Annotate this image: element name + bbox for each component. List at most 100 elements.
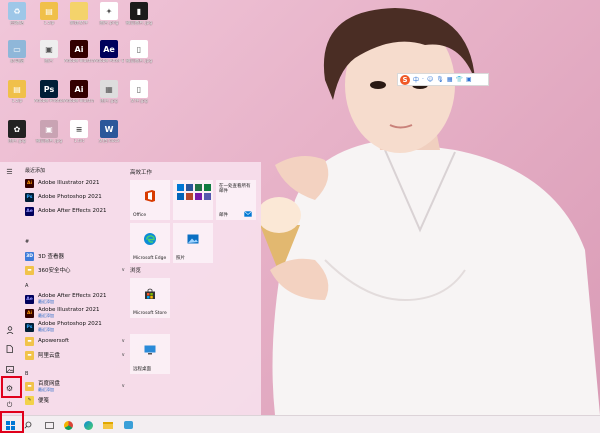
ime-toolbar[interactable]: S 中 · ☺ 🎙 ▦ 👕 ▣: [397, 73, 489, 86]
ime-mode-chinese[interactable]: 中: [413, 75, 419, 84]
document-icon: [6, 345, 13, 353]
text-file-icon: ≡: [70, 120, 88, 138]
edge-tile[interactable]: Microsoft Edge: [130, 223, 170, 263]
app-recently-added-tag: 最近添加: [38, 299, 54, 304]
edge-taskbar-button[interactable]: [81, 418, 95, 432]
desktop-shortcut-label: 此电脑: [10, 59, 24, 64]
app-icon: ▬: [25, 265, 34, 275]
desktop-shortcut[interactable]: AiAdobe Illustrator 2021: [64, 40, 94, 64]
desktop-shortcut[interactable]: ▭ 此电脑: [2, 40, 32, 64]
ime-voice-icon[interactable]: 🎙: [436, 76, 444, 83]
photos-tile[interactable]: 照片: [173, 223, 213, 263]
start-app-item[interactable]: Ae Adobe After Effects 2021 最近添加: [25, 293, 125, 305]
desktop-shortcut[interactable]: 新建文件: [64, 2, 94, 26]
excel-mini-icon-2: [204, 184, 211, 191]
ime-keyboard-icon[interactable]: ▦: [447, 76, 453, 83]
desktop-shortcut[interactable]: ▣ 图片: [34, 40, 64, 64]
cat-image-icon: ✿: [8, 120, 26, 138]
office-icon: [145, 190, 155, 202]
app-icon: Ps: [25, 322, 34, 332]
ime-emoji-icon[interactable]: ☺: [427, 76, 433, 83]
tile-group-title-browse[interactable]: 浏览: [130, 266, 141, 274]
desktop-shortcut-label: 1.txt: [73, 139, 85, 144]
start-app-item[interactable]: Ps Adobe Photoshop 2021 最近添加: [25, 321, 125, 333]
desktop-shortcut-label: 图片.png: [99, 21, 119, 26]
desktop-shortcut[interactable]: ≡ 1.txt: [64, 120, 94, 144]
tile-group-title-work[interactable]: 高效工作: [130, 168, 152, 176]
edge-icon: [144, 233, 156, 245]
desktop-shortcut-label: 新建文件: [70, 21, 88, 26]
recent-section-header: 最近添加: [25, 168, 46, 174]
app-name: Adobe After Effects 2021: [38, 208, 107, 214]
desktop-shortcut[interactable]: ▤ 1.zip: [2, 80, 32, 104]
start-app-item[interactable]: Ai Adobe Illustrator 2021 最近添加: [25, 307, 125, 319]
start-app-item[interactable]: ▬ 百度网盘 最近添加 ∨: [25, 380, 125, 392]
app-taskbar-button[interactable]: [121, 418, 135, 432]
app-icon: Ai: [25, 178, 34, 188]
start-app-item[interactable]: Ps Adobe Photoshop 2021: [25, 191, 125, 203]
ime-toolbox-icon[interactable]: ▣: [466, 76, 472, 83]
photos-tile-label: 照片: [176, 256, 185, 261]
remote-desktop-tile-label: 远程桌面: [133, 367, 151, 372]
desktop-shortcut[interactable]: PsAdobe Photoshop: [34, 80, 64, 104]
start-app-item[interactable]: 3D 3D 查看器: [25, 250, 125, 262]
sogou-logo-icon[interactable]: S: [400, 74, 410, 85]
start-menu: ☰ ⚙ ⏻ 最近添加 Ai Adobe Illustrator 2021 Ps Ado…: [0, 162, 261, 415]
office-tile[interactable]: Office: [130, 180, 170, 220]
desktop-shortcut-label: 微信图片.jpg: [35, 139, 63, 144]
start-app-item[interactable]: Ae Adobe After Effects 2021: [25, 205, 125, 217]
desktop-shortcut[interactable]: AiAdobe Illustrator: [64, 80, 94, 104]
folder-icon: [103, 421, 113, 429]
power-button[interactable]: ⏻: [0, 398, 19, 412]
start-app-item[interactable]: ▬ 阿里云盘 ∨: [25, 349, 125, 361]
ime-punctuation-icon[interactable]: ·: [422, 76, 424, 83]
desktop-shortcut[interactable]: ✿ 图片.jpg: [2, 120, 32, 144]
desktop-shortcut[interactable]: ✦ 图片.png: [94, 2, 124, 26]
after-effects-icon: Ae: [100, 40, 118, 58]
pictures-button[interactable]: [0, 362, 19, 376]
start-app-item[interactable]: ✎ 便笺: [25, 394, 125, 406]
search-icon: [24, 421, 32, 429]
b-section-header[interactable]: B: [25, 371, 28, 377]
task-view-icon: [44, 421, 54, 429]
picture-folder-icon: ▣: [40, 40, 58, 58]
task-view-button[interactable]: [42, 418, 56, 432]
recycle-bin-icon: ♻: [8, 2, 26, 20]
desktop-shortcut[interactable]: ▯ 微信图片.jpg: [124, 40, 154, 64]
expand-menu-button[interactable]: ☰: [0, 165, 19, 179]
edge-tile-label: Microsoft Edge: [133, 256, 167, 261]
excel-mini-icon: [195, 184, 202, 191]
onedrive-mini-icon: [177, 193, 184, 200]
desktop-shortcut[interactable]: ▦ 图片.jpg: [94, 80, 124, 104]
start-app-item[interactable]: ▬ 360安全中心 ∨: [25, 264, 125, 276]
chrome-icon: [63, 420, 73, 430]
chrome-taskbar-button[interactable]: [61, 418, 75, 432]
app-name-wrap: Adobe Photoshop 2021 最近添加: [38, 321, 102, 333]
start-app-item[interactable]: ▬ Apowersoft ∨: [25, 335, 125, 347]
desktop-shortcut[interactable]: ▮ 微信图片.jpg: [124, 2, 154, 26]
teams-mini-icon: [204, 193, 211, 200]
desktop-shortcut[interactable]: ▯ 文件.jpg: [124, 80, 154, 104]
desktop-shortcut[interactable]: ♻ 回收站: [2, 2, 32, 26]
hash-section-header[interactable]: #: [25, 239, 29, 245]
powerpoint-mini-icon: [186, 193, 193, 200]
app-name: Adobe Photoshop 2021: [38, 194, 102, 200]
start-app-item[interactable]: Ai Adobe Illustrator 2021: [25, 177, 125, 189]
office-tile-label: Office: [133, 213, 147, 218]
ime-skin-icon[interactable]: 👕: [456, 76, 463, 83]
a-section-header[interactable]: A: [25, 283, 28, 289]
wallpaper-portrait: [257, 8, 600, 415]
edge-icon: [83, 420, 93, 430]
remote-desktop-tile[interactable]: 远程桌面: [130, 334, 170, 374]
picture-icon: [5, 365, 14, 373]
documents-button[interactable]: [0, 342, 19, 356]
desktop-shortcut[interactable]: AeAdobe After Effects 2021: [94, 40, 124, 64]
office-apps-folder-tile[interactable]: [173, 180, 213, 220]
file-explorer-taskbar-button[interactable]: [101, 418, 115, 432]
desktop-shortcut[interactable]: W 文档.docx: [94, 120, 124, 144]
desktop-shortcut[interactable]: ▣ 微信图片.jpg: [34, 120, 64, 144]
mail-tile[interactable]: 在一处查看所有邮件 邮件: [216, 180, 256, 220]
user-account-button[interactable]: [0, 323, 19, 337]
desktop-shortcut[interactable]: ▤ 1.zip: [34, 2, 64, 26]
store-tile[interactable]: Microsoft Store: [130, 278, 170, 318]
